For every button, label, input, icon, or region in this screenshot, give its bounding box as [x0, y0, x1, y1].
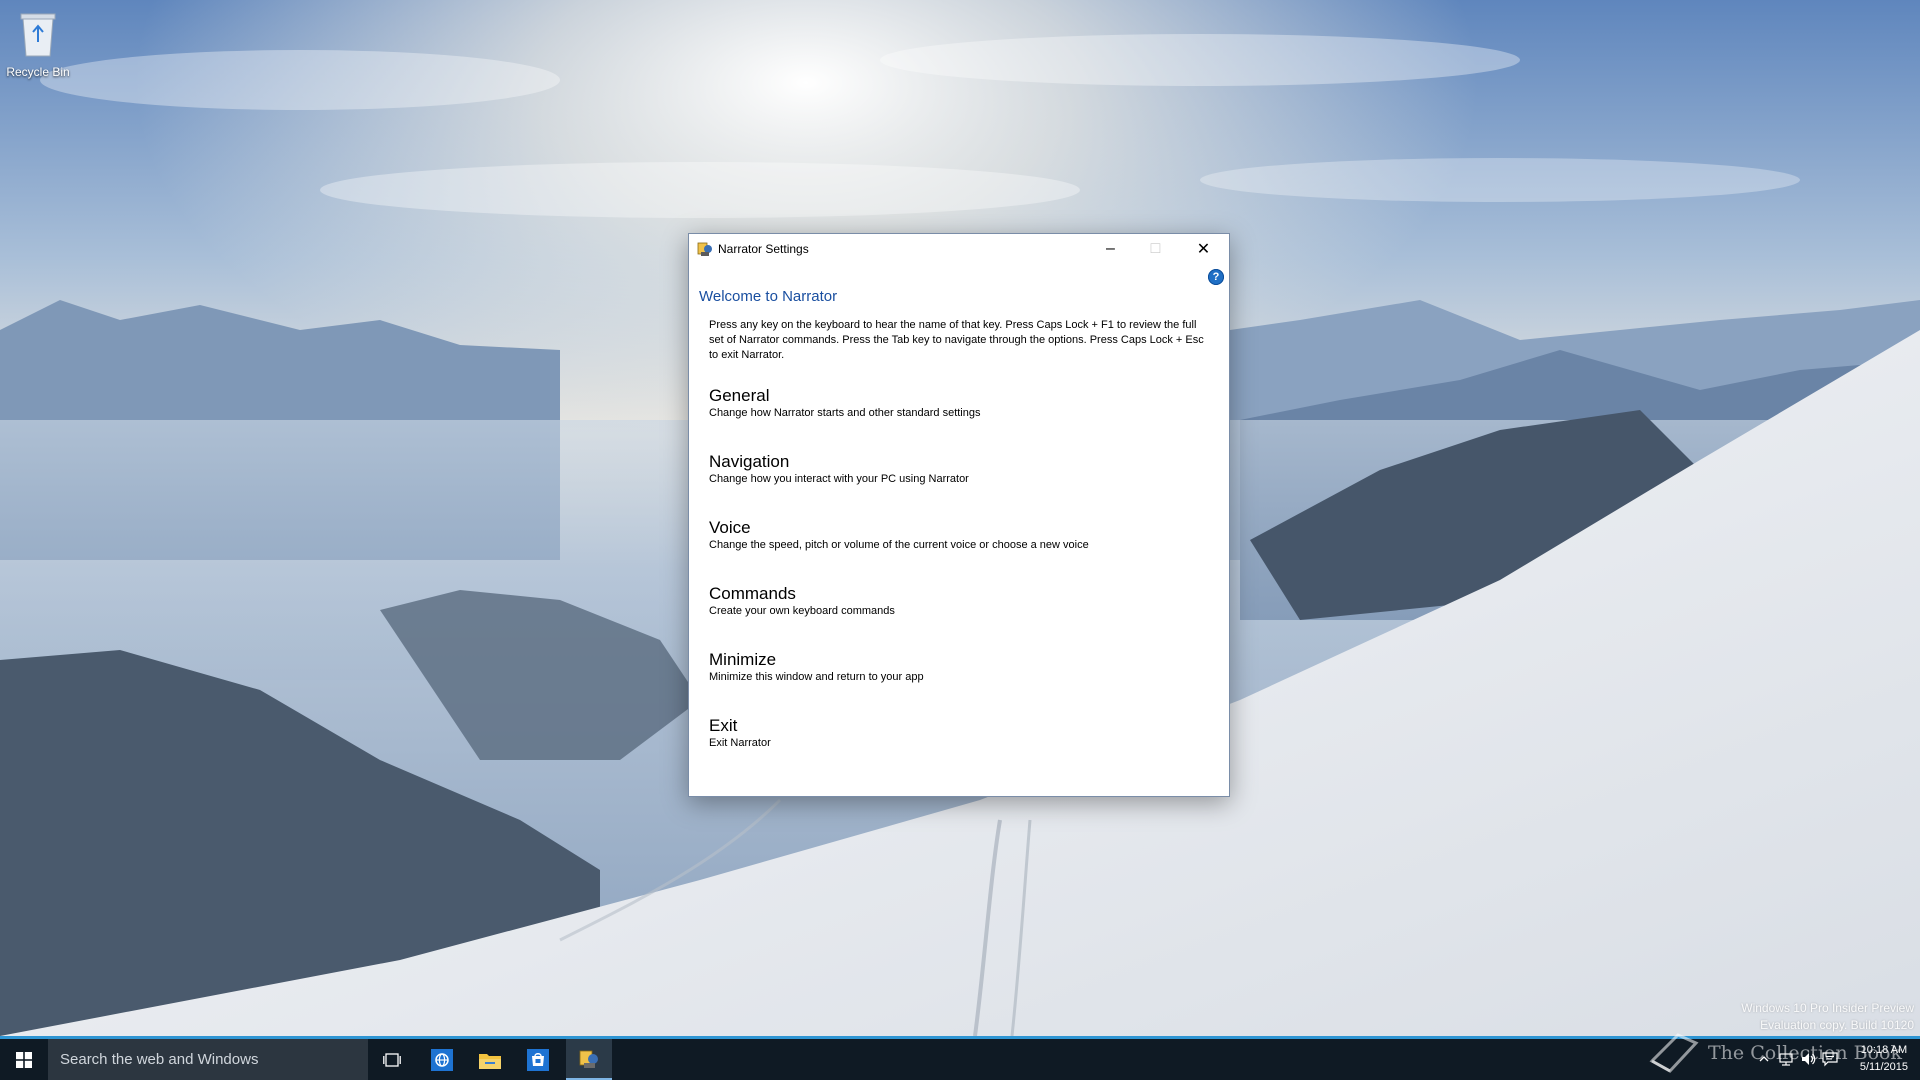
narrator-taskbar-button[interactable] [566, 1039, 612, 1080]
book-icon [1649, 1033, 1699, 1073]
help-icon[interactable]: ? [1208, 269, 1224, 285]
menu-item-commands[interactable]: Commands Create your own keyboard comman… [709, 584, 1209, 650]
window-title: Narrator Settings [718, 242, 809, 256]
evaluation-watermark: Windows 10 Pro Insider Preview Evaluatio… [1741, 1000, 1914, 1034]
search-placeholder: Search the web and Windows [60, 1051, 259, 1068]
maximize-window-button[interactable]: □ [1133, 234, 1178, 264]
close-window-button[interactable]: ✕ [1181, 234, 1226, 264]
menu-item-title: Exit [709, 716, 738, 735]
taskbar-search-box[interactable]: Search the web and Windows [48, 1039, 368, 1080]
network-icon[interactable] [1778, 1051, 1794, 1067]
menu-item-description: Minimize this window and return to your … [709, 671, 924, 683]
taskbar: Search the web and Windows The Collectio… [0, 1033, 1920, 1080]
menu-item-description: Change how Narrator starts and other sta… [709, 407, 981, 419]
menu-item-description: Change the speed, pitch or volume of the… [709, 539, 1089, 551]
browser-icon [431, 1048, 453, 1071]
recycle-bin-label: Recycle Bin [6, 65, 70, 79]
minimize-icon: – [1106, 240, 1115, 257]
chevron-up-icon[interactable] [1756, 1051, 1772, 1067]
menu-item-general[interactable]: General Change how Narrator starts and o… [709, 386, 1209, 452]
windows-logo-icon [15, 1051, 32, 1068]
clock-date: 5/11/2015 [1859, 1061, 1908, 1073]
task-view-button[interactable] [372, 1039, 412, 1080]
menu-item-description: Create your own keyboard commands [709, 605, 895, 617]
maximize-icon: □ [1150, 240, 1161, 257]
welcome-heading: Welcome to Narrator [699, 288, 838, 305]
file-explorer-button[interactable] [470, 1039, 510, 1080]
action-center-icon[interactable] [1822, 1051, 1838, 1067]
store-icon [527, 1048, 549, 1071]
menu-item-minimize[interactable]: Minimize Minimize this window and return… [709, 650, 1209, 716]
menu-item-navigation[interactable]: Navigation Change how you interact with … [709, 452, 1209, 518]
menu-item-title: Voice [709, 518, 751, 537]
menu-item-description: Exit Narrator [709, 737, 771, 749]
menu-item-exit[interactable]: Exit Exit Narrator [709, 716, 1209, 782]
system-tray: The Collection Book 10:18 AM 5/11/2015 [1520, 1033, 1920, 1080]
menu-item-title: Minimize [709, 650, 777, 669]
menu-item-title: General [709, 386, 770, 405]
task-view-icon [383, 1052, 401, 1067]
internet-explorer-button[interactable] [422, 1039, 462, 1080]
narrator-app-icon [579, 1050, 598, 1068]
store-button[interactable] [518, 1039, 558, 1080]
recycle-bin-icon [20, 13, 56, 57]
narrator-settings-window: Narrator Settings – □ ✕ ? Welcome to Nar… [688, 233, 1230, 797]
menu-item-description: Change how you interact with your PC usi… [709, 473, 969, 485]
clock-time: 10:18 AM [1860, 1044, 1908, 1056]
settings-menu: General Change how Narrator starts and o… [709, 386, 1209, 782]
volume-icon[interactable] [1800, 1051, 1816, 1067]
recycle-bin-shortcut[interactable]: Recycle Bin [4, 6, 72, 79]
title-bar[interactable]: Narrator Settings – □ ✕ [689, 234, 1229, 264]
start-button[interactable] [0, 1039, 47, 1080]
menu-item-title: Commands [709, 584, 796, 603]
menu-item-title: Navigation [709, 452, 790, 471]
intro-text: Press any key on the keyboard to hear th… [709, 319, 1204, 361]
close-icon: ✕ [1196, 241, 1211, 258]
watermark-line-1: Windows 10 Pro Insider Preview [1741, 1001, 1914, 1015]
taskbar-clock[interactable]: 10:18 AM 5/11/2015 [1860, 1042, 1908, 1076]
narrator-app-icon [697, 242, 712, 256]
folder-icon [479, 1053, 501, 1069]
minimize-window-button[interactable]: – [1088, 234, 1133, 264]
menu-item-voice[interactable]: Voice Change the speed, pitch or volume … [709, 518, 1209, 584]
